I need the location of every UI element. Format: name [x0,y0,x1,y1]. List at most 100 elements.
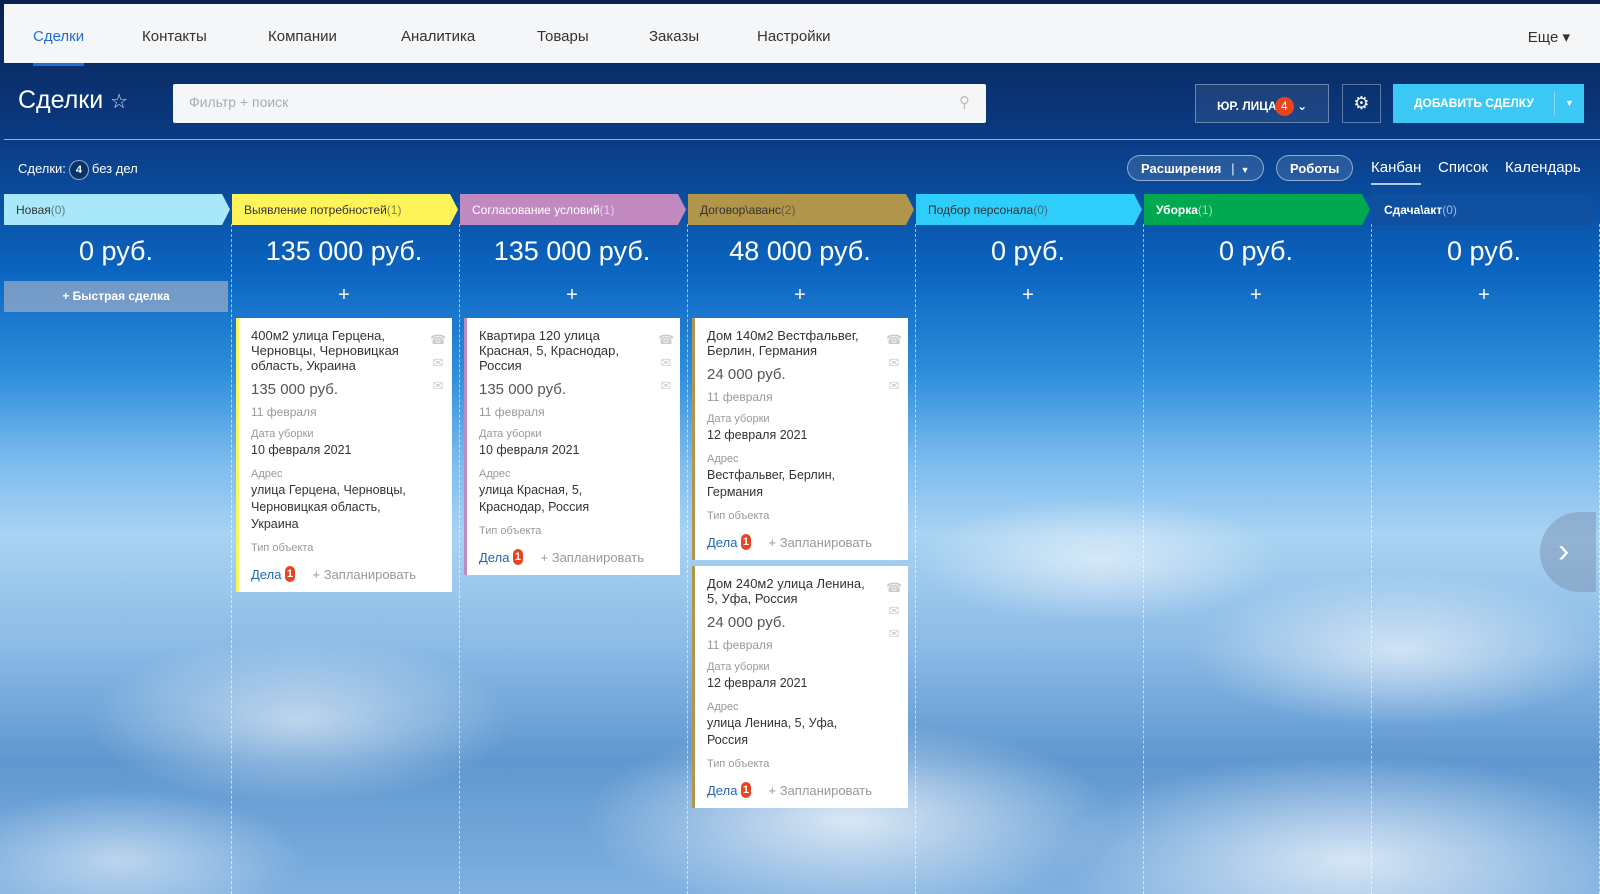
phone-icon[interactable]: ☎ [430,328,446,351]
stage-count: (0) [1442,203,1457,217]
stage-name: Подбор персонала [928,203,1034,217]
deal-title[interactable]: Квартира 120 улица Красная, 5, Краснодар… [479,328,644,373]
object-type-label: Тип объекта [479,525,542,537]
nav-item[interactable]: Аналитика [401,28,475,45]
view-calendar[interactable]: Календарь [1505,159,1581,176]
comment-icon[interactable]: ✉ [886,622,902,645]
counter-badge[interactable]: 4 [68,160,89,180]
deal-card[interactable]: Дом 140м2 Вестфальвег, Берлин, Германия 2… [692,318,908,560]
more-menu[interactable]: Еще ▾ [1528,28,1570,46]
deal-card[interactable]: Дом 240м2 улица Ленина, 5, Уфа, Россия 24… [692,566,908,808]
page-title: Сделки ☆ [18,86,128,115]
address-value: Вестфальвег, Берлин, Германия [707,468,836,499]
phone-icon[interactable]: ☎ [886,328,902,351]
card-footer: Дела 1 + Запланировать [251,566,416,582]
stage-sum: 0 руб. [79,236,153,266]
robots-button[interactable]: Роботы [1276,155,1354,181]
stage-sum: 0 руб. [991,236,1065,266]
plan-task-link[interactable]: + Запланировать [769,535,872,550]
stage-name: Договор\аванс [700,203,781,217]
add-deal-dropdown[interactable]: ▼ [1554,92,1584,115]
caret-down-icon: ▼ [1240,165,1250,175]
view-list[interactable]: Список [1438,159,1488,176]
deal-date: 11 февраля [707,390,773,404]
deal-title[interactable]: Дом 240м2 улица Ленина, 5, Уфа, Россия [707,576,872,606]
stage-header[interactable]: Подбор персонала(0) [916,194,1142,225]
add-card-button[interactable]: + [1144,284,1368,307]
settings-button[interactable]: ⚙ [1342,84,1381,123]
stage-header[interactable]: Договор\аванс(2) [688,194,914,225]
deal-price: 24 000 руб. [707,366,786,383]
stage-name: Согласование условий [472,203,600,217]
deal-date: 11 февраля [479,405,545,419]
add-deal-label: ДОБАВИТЬ СДЕЛКУ [1414,96,1534,110]
view-kanban[interactable]: Канбан [1371,159,1422,185]
legal-entities-label: ЮР. ЛИЦА [1217,99,1277,113]
search-placeholder: Фильтр + поиск [189,94,289,110]
plan-task-link[interactable]: + Запланировать [541,550,644,565]
tasks-link[interactable]: Дела [479,550,509,565]
add-card-button[interactable]: + [232,284,456,307]
add-card-button[interactable]: + [460,284,684,307]
mail-icon[interactable]: ✉ [430,351,446,374]
plan-task-link[interactable]: + Запланировать [313,567,416,582]
card-actions: ☎ ✉ ✉ [658,328,674,397]
plan-task-link[interactable]: + Запланировать [769,783,872,798]
counter-suffix[interactable]: без дел [92,161,138,176]
add-card-button[interactable]: + [688,284,912,307]
deal-card[interactable]: Квартира 120 улица Красная, 5, Краснодар… [464,318,680,575]
card-actions: ☎ ✉ ✉ [430,328,446,397]
stage-sum: 0 руб. [1447,236,1521,266]
deal-title[interactable]: Дом 140м2 Вестфальвег, Берлин, Германия [707,328,872,358]
phone-icon[interactable]: ☎ [886,576,902,599]
comment-icon[interactable]: ✉ [886,374,902,397]
stage-sum: 135 000 руб. [493,236,651,266]
tasks-link[interactable]: Дела [251,567,281,582]
stage-header[interactable]: Уборка(1) [1144,194,1370,225]
cleaning-date-value: 12 февраля 2021 [707,676,808,690]
phone-icon[interactable]: ☎ [658,328,674,351]
mail-icon[interactable]: ✉ [886,351,902,374]
tasks-link[interactable]: Дела [707,535,737,550]
address-value: улица Герцена, Черновцы, Черновицкая обл… [251,483,406,531]
deal-title[interactable]: 400м2 улица Герцена, Черновцы, Черновицк… [251,328,416,373]
nav-item[interactable]: Товары [537,28,589,45]
deal-card[interactable]: 400м2 улица Герцена, Черновцы, Черновицк… [236,318,452,592]
legal-entities-button[interactable]: ЮР. ЛИЦА 4 ⌄ [1195,84,1329,123]
search-input[interactable]: Фильтр + поиск ⚲ [173,84,986,123]
stage-header[interactable]: Новая(0) [4,194,230,225]
stage-count: (0) [50,203,66,217]
tasks-link[interactable]: Дела [707,783,737,798]
kanban-column: Подбор персонала(0) 0 руб. + [916,194,1144,894]
tasks-badge: 1 [513,549,523,565]
search-icon[interactable]: ⚲ [959,93,970,111]
add-deal-button[interactable]: ДОБАВИТЬ СДЕЛКУ ▼ [1393,84,1584,123]
comment-icon[interactable]: ✉ [658,374,674,397]
stage-name: Сдача\акт [1384,203,1443,217]
stage-count: (1) [386,203,402,217]
stage-header[interactable]: Выявление потребностей(1) [232,194,458,225]
add-card-button[interactable]: + [1372,284,1596,307]
comment-icon[interactable]: ✉ [430,374,446,397]
kanban-column: Выявление потребностей(1) 135 000 руб. +40… [232,194,460,894]
extensions-button[interactable]: Расширения | ▼ [1127,155,1264,181]
stage-header[interactable]: Сдача\акт(0) [1372,194,1598,225]
address-value: улица Красная, 5, Краснодар, Россия [479,483,590,514]
nav-item[interactable]: Сделки [33,28,85,66]
nav-item[interactable]: Настройки [757,28,831,45]
cleaning-date-label: Дата уборки [251,428,314,440]
nav-item[interactable]: Компании [268,28,337,45]
address-label: Адрес [707,701,739,713]
stage-count: (1) [1197,203,1213,217]
nav-item[interactable]: Контакты [142,28,207,45]
star-icon[interactable]: ☆ [110,91,128,113]
object-type-label: Тип объекта [707,758,770,770]
deals-counter: Сделки: 4 без дел [18,160,138,180]
mail-icon[interactable]: ✉ [658,351,674,374]
add-card-button[interactable]: + [916,284,1140,307]
stage-header[interactable]: Согласование условий(1) [460,194,686,225]
quick-deal-button[interactable]: + Быстрая сделка [4,281,228,312]
stage-sum: 135 000 руб. [265,236,423,266]
nav-item[interactable]: Заказы [649,28,699,45]
mail-icon[interactable]: ✉ [886,599,902,622]
